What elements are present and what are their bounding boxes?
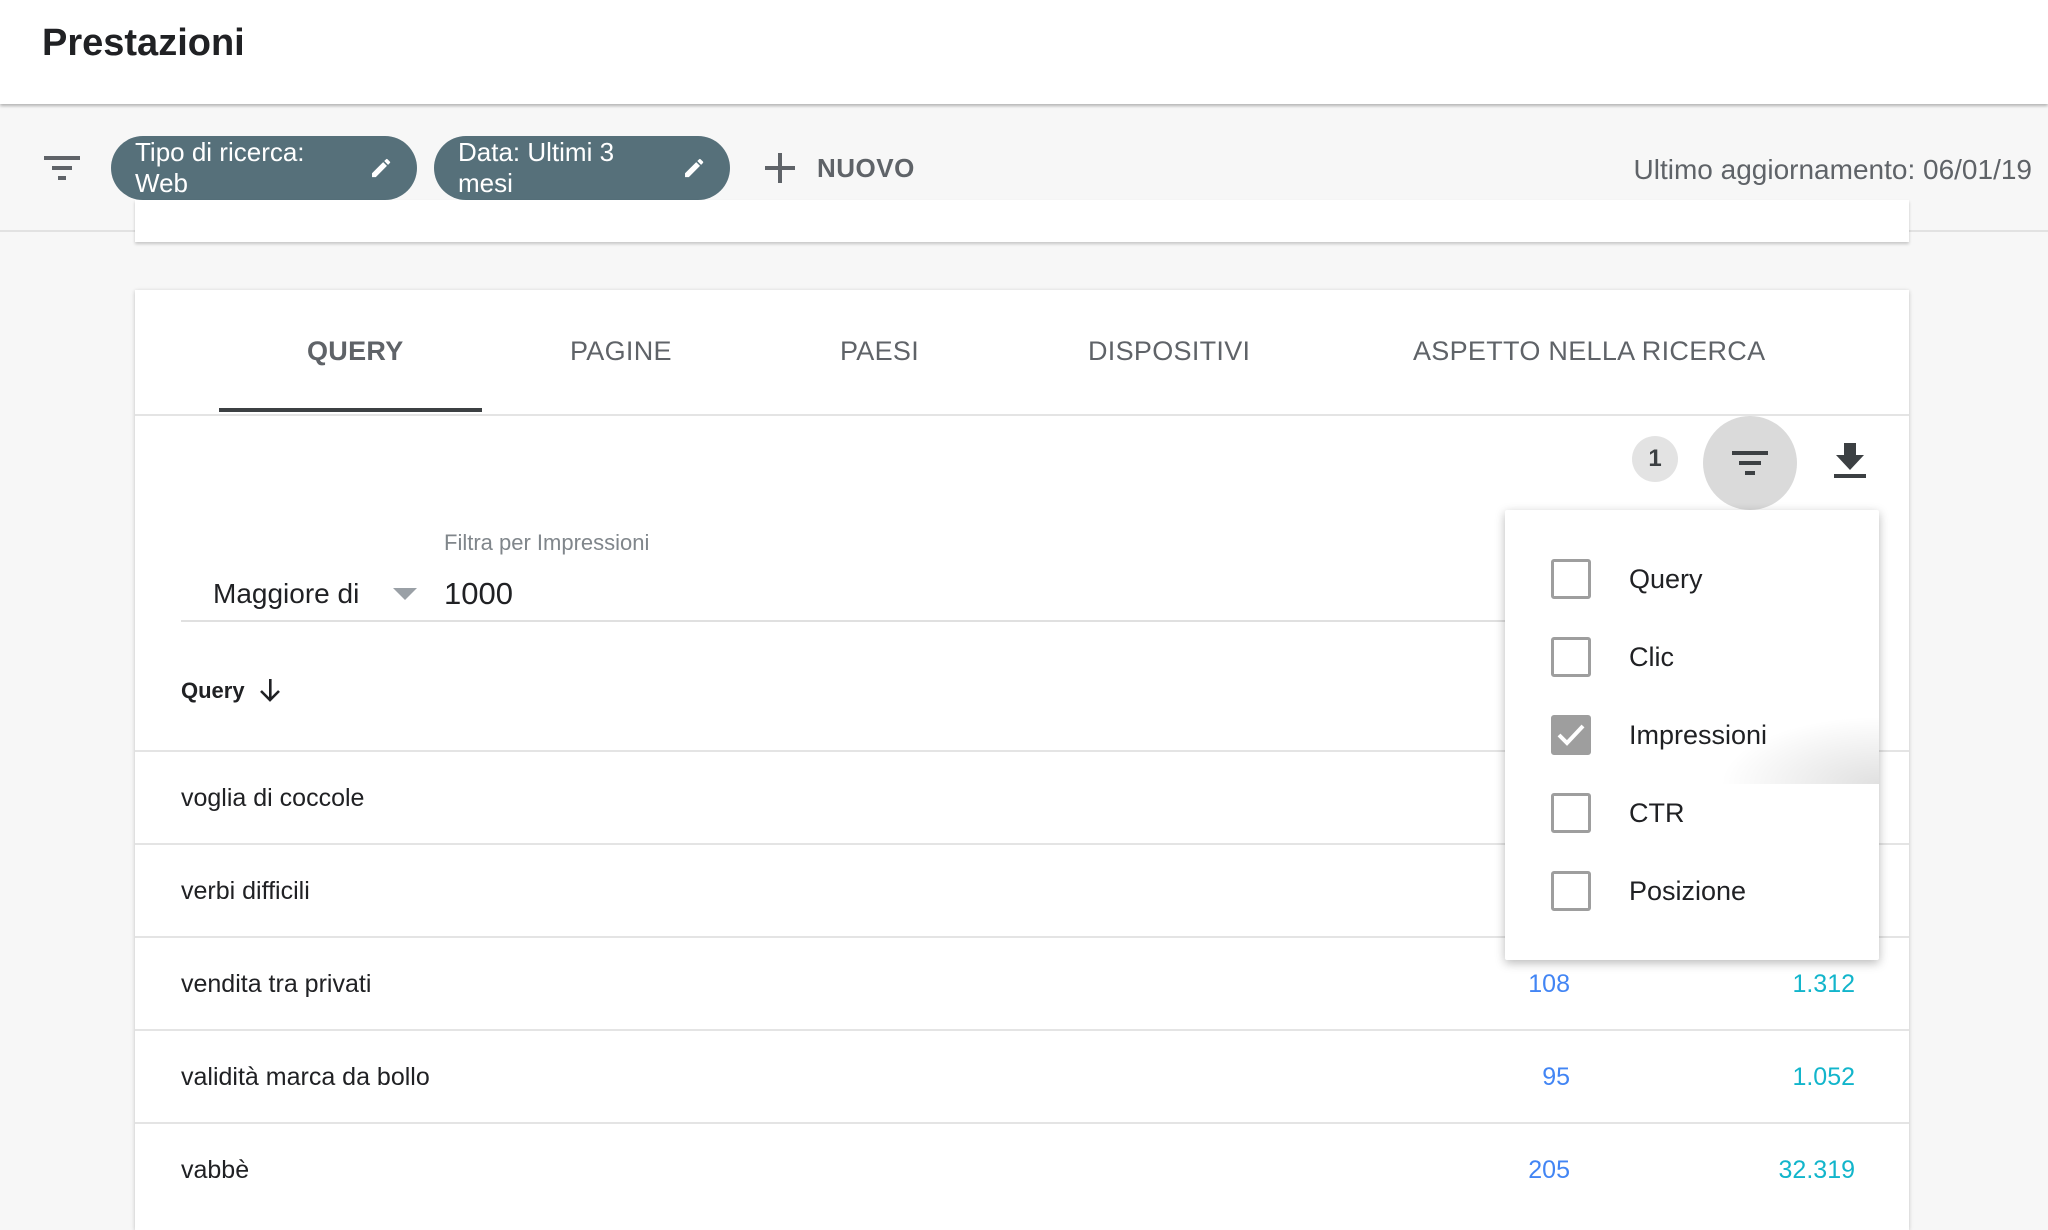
menu-item-label: CTR xyxy=(1629,797,1685,828)
filter-list-icon xyxy=(1732,451,1768,475)
tab-search-appearance[interactable]: ASPETTO NELLA RICERCA xyxy=(1413,336,1765,367)
last-update-text: Ultimo aggiornamento: 06/01/19 xyxy=(1633,154,2032,185)
checkbox-impressions[interactable] xyxy=(1551,715,1591,755)
menu-item-label: Clic xyxy=(1629,641,1674,672)
filter-value-input[interactable]: 1000 xyxy=(444,576,513,612)
query-column-header-label: Query xyxy=(181,678,245,703)
impressions-cell: 1.312 xyxy=(1792,970,1855,998)
top-app-bar: Prestazioni xyxy=(0,0,2048,104)
check-icon xyxy=(1557,724,1585,746)
menu-item-label: Query xyxy=(1629,563,1703,594)
tab-query[interactable]: QUERY xyxy=(307,336,404,367)
menu-item-impressions[interactable]: Impressioni xyxy=(1505,696,1879,774)
clicks-cell: 108 xyxy=(1528,970,1570,998)
tab-countries[interactable]: PAESI xyxy=(840,336,919,367)
new-filter-button[interactable]: NUOVO xyxy=(765,136,915,200)
dimension-tabs: QUERY PAGINE PAESI DISPOSITIVI ASPETTO N… xyxy=(135,290,1909,416)
impressions-cell: 1.052 xyxy=(1792,1063,1855,1091)
menu-item-clicks[interactable]: Clic xyxy=(1505,618,1879,696)
date-range-chip-label: Data: Ultimi 3 mesi xyxy=(458,137,615,198)
menu-item-label: Impressioni xyxy=(1629,719,1768,750)
menu-item-label: Posizione xyxy=(1629,875,1747,906)
table-row[interactable]: vabbè 205 32.319 xyxy=(135,1122,1909,1215)
condition-select[interactable]: Maggiore di xyxy=(213,578,418,610)
impressions-cell: 32.319 xyxy=(1778,1156,1855,1184)
download-button[interactable] xyxy=(1825,436,1875,486)
filter-field-menu: Query Clic Impressioni CTR Posizione xyxy=(1505,510,1879,960)
menu-item-query[interactable]: Query xyxy=(1505,540,1879,618)
edit-pencil-icon[interactable] xyxy=(682,155,706,181)
new-filter-label: NUOVO xyxy=(817,152,915,183)
condition-select-value: Maggiore di xyxy=(213,578,360,609)
dropdown-caret-icon xyxy=(393,588,418,600)
date-range-chip[interactable]: Data: Ultimi 3 mesi xyxy=(434,136,730,200)
tab-devices[interactable]: DISPOSITIVI xyxy=(1088,336,1250,367)
edit-pencil-icon[interactable] xyxy=(369,155,393,181)
plus-icon xyxy=(765,153,795,183)
query-cell: vabbè xyxy=(181,1156,250,1184)
table-filter-button[interactable] xyxy=(1703,416,1797,510)
query-cell: verbi difficili xyxy=(181,877,310,905)
query-cell: vendita tra privati xyxy=(181,970,372,998)
table-row[interactable]: validità marca da bollo 95 1.052 xyxy=(135,1029,1909,1122)
active-filter-count-badge: 1 xyxy=(1632,436,1678,482)
arrow-down-icon xyxy=(259,679,280,702)
chart-card-edge xyxy=(135,200,1909,242)
download-icon xyxy=(1834,443,1866,478)
filter-list-icon[interactable] xyxy=(44,152,84,184)
checkbox-position[interactable] xyxy=(1551,871,1591,911)
menu-item-ctr[interactable]: CTR xyxy=(1505,774,1879,852)
tab-pages[interactable]: PAGINE xyxy=(570,336,672,367)
checkbox-clicks[interactable] xyxy=(1551,637,1591,677)
query-cell: voglia di coccole xyxy=(181,784,365,812)
search-type-chip-label: Tipo di ricerca: Web xyxy=(135,137,305,198)
menu-item-position[interactable]: Posizione xyxy=(1505,852,1879,930)
query-cell: validità marca da bollo xyxy=(181,1063,430,1091)
checkbox-query[interactable] xyxy=(1551,559,1591,599)
search-type-chip[interactable]: Tipo di ricerca: Web xyxy=(111,136,417,200)
checkbox-ctr[interactable] xyxy=(1551,793,1591,833)
clicks-cell: 205 xyxy=(1528,1156,1570,1184)
clicks-cell: 95 xyxy=(1542,1063,1570,1091)
metric-filter-row: Filtra per Impressioni Maggiore di 1000 xyxy=(181,530,1631,622)
active-tab-indicator xyxy=(219,408,482,412)
query-column-header[interactable]: Query xyxy=(181,678,281,704)
filter-field-label: Filtra per Impressioni xyxy=(444,530,650,555)
page-title: Prestazioni xyxy=(42,22,245,64)
